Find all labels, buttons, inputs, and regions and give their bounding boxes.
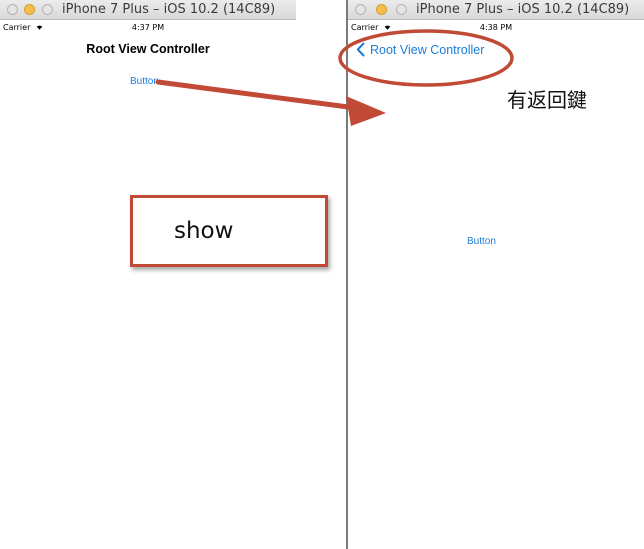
zoom-light-icon[interactable] [42, 4, 53, 15]
window-titlebar: iPhone 7 Plus – iOS 10.2 (14C89) [0, 0, 296, 20]
simulator-window-left: iPhone 7 Plus – iOS 10.2 (14C89) Carrier… [0, 0, 296, 549]
back-note-label: 有返回鍵 [507, 88, 587, 112]
status-bar: Carrier 4:38 PM [348, 20, 644, 34]
simulator-window-right: iPhone 7 Plus – iOS 10.2 (14C89) Carrier… [348, 0, 644, 549]
nav-title: Root View Controller [86, 42, 210, 56]
show-button[interactable]: Button [130, 76, 159, 87]
status-time: 4:38 PM [479, 23, 513, 32]
center-button[interactable]: Button [467, 236, 496, 247]
window-title: iPhone 7 Plus – iOS 10.2 (14C89) [416, 2, 630, 17]
close-light-icon[interactable] [7, 4, 18, 15]
status-bar: Carrier 4:37 PM [0, 20, 296, 34]
window-title: iPhone 7 Plus – iOS 10.2 (14C89) [62, 2, 276, 17]
chevron-left-icon [356, 42, 365, 57]
close-light-icon[interactable] [355, 4, 366, 15]
back-button[interactable]: Root View Controller [356, 42, 484, 57]
show-annotation-label: show [174, 218, 234, 244]
minimize-light-icon[interactable] [376, 4, 387, 15]
minimize-light-icon[interactable] [24, 4, 35, 15]
back-button-label: Root View Controller [370, 42, 485, 57]
zoom-light-icon[interactable] [396, 4, 407, 15]
window-titlebar: iPhone 7 Plus – iOS 10.2 (14C89) [348, 0, 644, 20]
status-time: 4:37 PM [131, 23, 165, 32]
